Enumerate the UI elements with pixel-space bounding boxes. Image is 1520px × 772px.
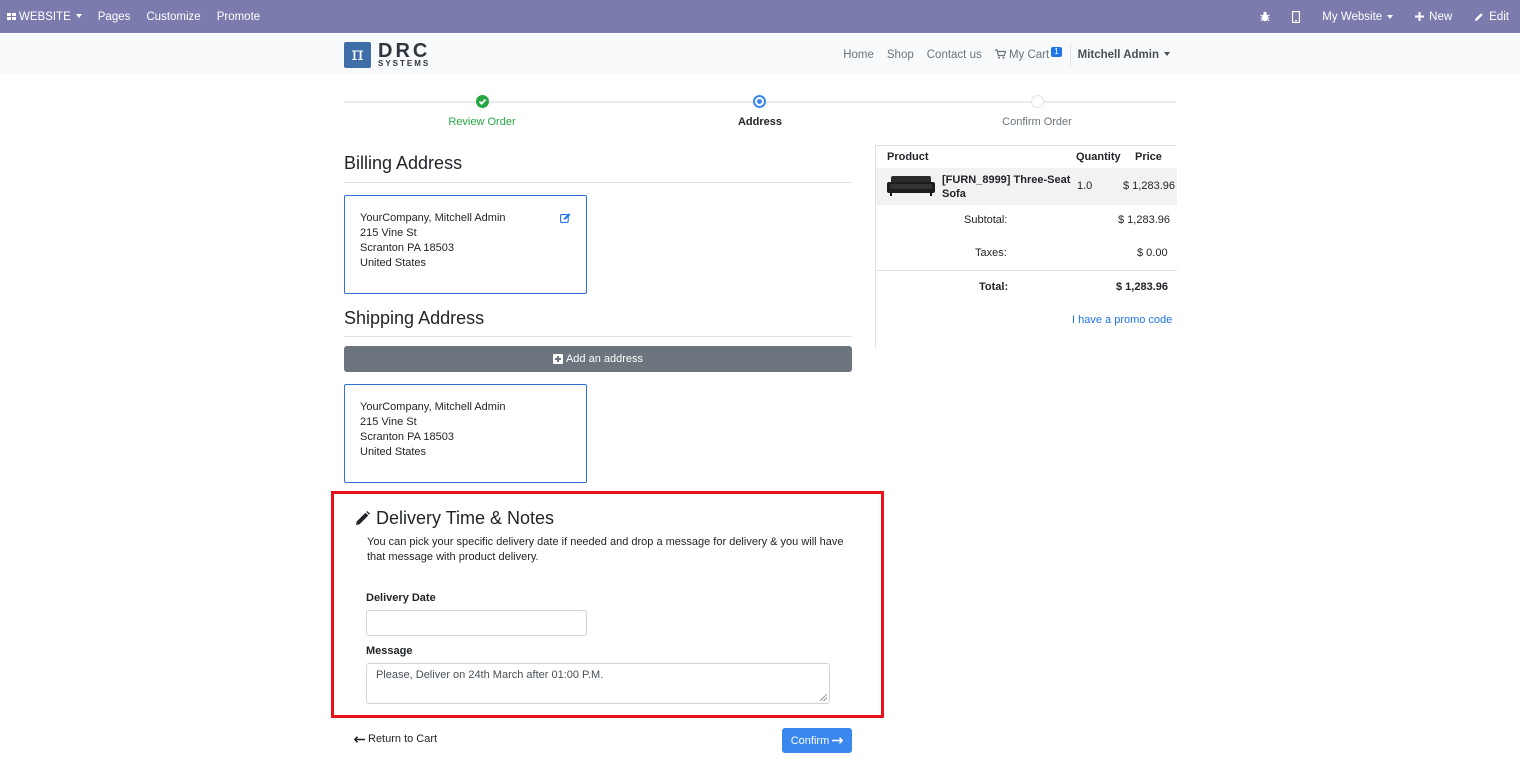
nav-shop[interactable]: Shop [887, 49, 914, 61]
user-menu[interactable]: Mitchell Admin [1078, 49, 1170, 61]
add-address-button[interactable]: Add an address [344, 346, 852, 372]
delivery-heading: Delivery Time & Notes [355, 508, 554, 529]
cart-count-badge: 1 [1051, 46, 1062, 57]
new-label: New [1429, 10, 1453, 23]
admin-bar: WEBSITE Pages Customize Promote My Websi… [0, 0, 1520, 33]
taxes-label: Taxes: [975, 247, 1007, 259]
plus-icon [1415, 12, 1425, 21]
delivery-description: You can pick your specific delivery date… [367, 536, 844, 563]
message-label: Message [366, 645, 413, 657]
cart-label: My Cart [1008, 48, 1050, 61]
new-button[interactable]: New [1415, 11, 1452, 23]
message-textarea[interactable]: Please, Deliver on 24th March after 01:0… [366, 663, 830, 704]
billing-divider [344, 182, 852, 183]
menu-pages[interactable]: Pages [98, 11, 131, 23]
delivery-notes-panel: Delivery Time & Notes You can pick your … [331, 491, 884, 718]
nav-contact[interactable]: Contact us [927, 49, 982, 61]
product-price: $ 1,283.96 [1123, 180, 1175, 192]
nav-divider [1069, 43, 1071, 66]
user-name: Mitchell Admin [1077, 48, 1159, 61]
col-quantity: Quantity [1076, 151, 1121, 163]
delivery-title: Delivery Time & Notes [376, 508, 555, 528]
logo-name: DRC [378, 40, 431, 62]
product-name-line-1: [FURN_8999] Three-Seat [942, 174, 1071, 186]
chevron-down-icon [1387, 14, 1394, 19]
delivery-date-label: Delivery Date [366, 592, 436, 604]
nav-cart[interactable]: My Cart 1 [994, 46, 1062, 61]
edit-button[interactable]: Edit [1474, 11, 1509, 23]
confirm-label: Confirm [790, 734, 830, 747]
delivery-date-input[interactable] [366, 610, 587, 636]
step-confirm-order: Confirm Order [1002, 116, 1072, 128]
debug-button[interactable] [1260, 11, 1271, 22]
step-pending-icon [1031, 95, 1044, 108]
billing-address-card[interactable]: YourCompany, Mitchell Admin 215 Vine St … [344, 195, 587, 294]
arrow-left-icon [354, 735, 365, 743]
shipping-heading: Shipping Address [344, 308, 485, 328]
website-menu[interactable]: WEBSITE [7, 11, 82, 23]
nav-home[interactable]: Home [843, 49, 874, 61]
shipping-divider [344, 336, 852, 337]
subtotal-value: $ 1,283.96 [1118, 214, 1170, 226]
logo-mark: π [344, 41, 371, 68]
shipping-line-2: 215 Vine St [360, 416, 417, 428]
checkout-progress: Review Order Address Confirm Order [344, 94, 1176, 134]
product-name[interactable]: [FURN_8999] Three-Seat Sofa [942, 173, 1070, 201]
message-text: Please, Deliver on 24th March after 01:0… [376, 669, 604, 681]
chevron-down-icon [75, 14, 82, 19]
shipping-line-3: Scranton PA 18503 [360, 431, 454, 443]
site-navbar: π DRC SYSTEMS Home Shop Contact us My Ca… [0, 35, 1520, 74]
bug-icon [1260, 11, 1271, 22]
brand-logo[interactable]: π DRC SYSTEMS [344, 41, 430, 68]
menu-customize[interactable]: Customize [146, 11, 200, 23]
resize-handle[interactable] [820, 694, 827, 701]
product-quantity: 1.0 [1077, 180, 1093, 192]
website-menu-label: WEBSITE [19, 10, 71, 23]
billing-heading: Billing Address [344, 153, 463, 173]
product-name-line-2: Sofa [942, 188, 966, 200]
cart-line: [FURN_8999] Three-Seat Sofa 1.0 $ 1,283.… [876, 168, 1177, 205]
pencil-icon [356, 511, 370, 525]
chevron-down-icon [1164, 52, 1170, 57]
add-address-label: Add an address [565, 353, 644, 365]
col-price: Price [1135, 151, 1162, 163]
menu-promote[interactable]: Promote [217, 11, 260, 23]
shipping-address-card[interactable]: YourCompany, Mitchell Admin 215 Vine St … [344, 384, 587, 483]
total-value: $ 1,283.96 [1116, 281, 1168, 293]
sofa-thumbnail [887, 176, 935, 196]
confirm-button[interactable]: Confirm [782, 728, 852, 753]
my-website-menu[interactable]: My Website [1322, 10, 1394, 23]
step-address: Address [737, 116, 783, 128]
step-current-icon [753, 95, 766, 108]
edit-label: Edit [1489, 10, 1509, 23]
edit-address-icon[interactable] [560, 213, 571, 228]
total-divider [876, 270, 1177, 271]
step-review-order[interactable]: Review Order [448, 116, 515, 128]
billing-line-2: 215 Vine St [360, 227, 417, 239]
logo-sub: SYSTEMS [378, 59, 431, 68]
subtotal-label: Subtotal: [964, 214, 1008, 226]
pencil-icon [1475, 12, 1483, 21]
plus-square-icon [552, 354, 563, 364]
mobile-preview-button[interactable] [1292, 10, 1301, 23]
apps-icon [7, 12, 16, 20]
shipping-line-1: YourCompany, Mitchell Admin [360, 401, 506, 413]
step-done-icon [476, 95, 489, 108]
promo-code-link[interactable]: I have a promo code [1072, 314, 1172, 326]
order-summary: Product Quantity Price [FURN_8999] Three… [875, 145, 1177, 348]
arrow-right-icon [832, 737, 844, 744]
billing-line-3: Scranton PA 18503 [360, 242, 454, 254]
return-label: Return to Cart [368, 733, 438, 745]
col-product: Product [887, 151, 929, 163]
billing-line-1: YourCompany, Mitchell Admin [360, 212, 506, 224]
taxes-value: $ 0.00 [1137, 247, 1168, 259]
my-website-label: My Website [1322, 10, 1383, 23]
billing-line-4: United States [360, 257, 427, 269]
mobile-icon [1292, 10, 1301, 23]
cart-icon [994, 48, 1007, 59]
total-label: Total: [979, 281, 1009, 293]
return-to-cart-link[interactable]: Return to Cart [354, 733, 437, 745]
shipping-line-4: United States [360, 446, 427, 458]
